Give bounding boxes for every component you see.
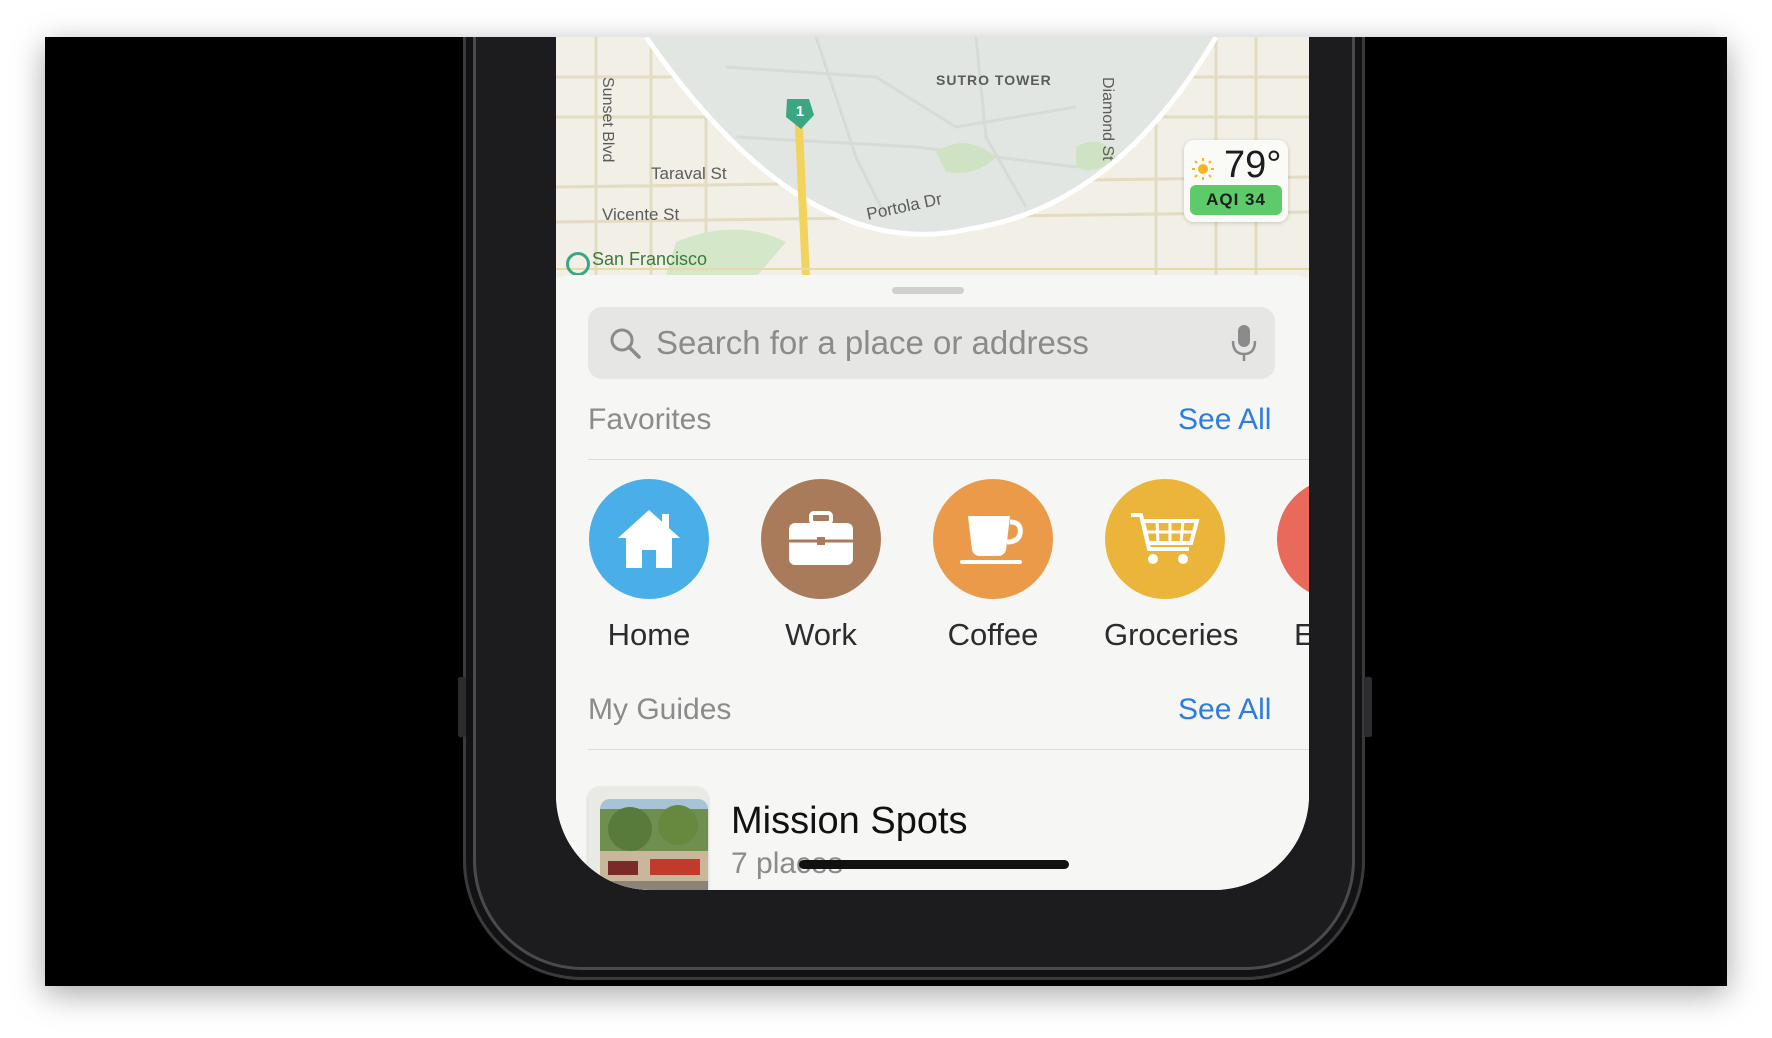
sun-icon (1192, 158, 1214, 180)
home-indicator[interactable] (799, 860, 1069, 869)
map-label-vicente: Vicente St (602, 205, 680, 224)
bottom-sheet[interactable]: Favorites See All Home (556, 275, 1309, 890)
favorite-partial-label: E (1294, 617, 1309, 652)
map-label-taraval: Taraval St (651, 164, 727, 183)
favorite-groceries-label: Groceries (1104, 617, 1239, 652)
map-label-diamond: Diamond St (1099, 77, 1116, 161)
aqi-badge: AQI 34 (1190, 185, 1282, 215)
favorite-home[interactable]: Home (588, 479, 710, 653)
search-icon (610, 328, 641, 359)
weather-temperature: 79° (1224, 144, 1282, 186)
briefcase-icon (789, 511, 853, 565)
guides-divider (588, 749, 1309, 750)
favorite-coffee-circle (933, 479, 1053, 599)
map-location-pin[interactable] (566, 252, 590, 276)
microphone-icon[interactable] (1230, 323, 1258, 363)
guide-title[interactable]: Mission Spots (731, 800, 968, 843)
favorites-see-all-link[interactable]: See All (1178, 403, 1271, 437)
cart-icon (1131, 513, 1200, 564)
coffee-cup-icon (960, 516, 1023, 564)
map-label-san-francisco: San Francisco (592, 249, 708, 269)
favorites-divider (588, 459, 1309, 460)
my-guides-heading: My Guides (588, 693, 732, 726)
favorite-coffee-label: Coffee (947, 617, 1039, 652)
favorite-groceries[interactable]: Groceries (1104, 479, 1239, 653)
phone-side-button-left (458, 677, 466, 737)
favorite-partial[interactable]: E (1276, 479, 1309, 653)
guides-see-all-link[interactable]: See All (1178, 693, 1271, 727)
search-input[interactable] (654, 323, 1218, 363)
favorite-work[interactable]: Work (760, 479, 882, 653)
map-view[interactable]: SUTRO TOWER Sunset Blvd Taraval St Vicen… (556, 37, 1309, 277)
map-label-sunset: Sunset Blvd (599, 77, 616, 163)
house-icon (618, 510, 680, 568)
favorites-heading: Favorites (588, 403, 712, 436)
weather-widget[interactable]: 79° AQI 34 (1184, 140, 1288, 222)
favorite-home-label: Home (607, 617, 691, 652)
video-frame: SUTRO TOWER Sunset Blvd Taraval St Vicen… (45, 37, 1727, 986)
favorite-work-label: Work (785, 617, 857, 652)
favorite-home-circle (589, 479, 709, 599)
favorite-coffee[interactable]: Coffee (932, 479, 1054, 653)
phone-screen: SUTRO TOWER Sunset Blvd Taraval St Vicen… (556, 37, 1309, 890)
search-bar[interactable] (588, 307, 1275, 379)
favorite-work-circle (761, 479, 881, 599)
favorite-groceries-circle (1105, 479, 1225, 599)
guide-image (600, 799, 708, 890)
sheet-grabber-handle[interactable] (892, 287, 964, 294)
phone-side-button-right (1364, 677, 1372, 737)
route-1-shield: 1 (795, 103, 805, 120)
favorite-partial-circle (1277, 479, 1309, 599)
guide-photo[interactable] (600, 799, 708, 890)
map-label-sutro-tower: SUTRO TOWER (936, 72, 1052, 88)
